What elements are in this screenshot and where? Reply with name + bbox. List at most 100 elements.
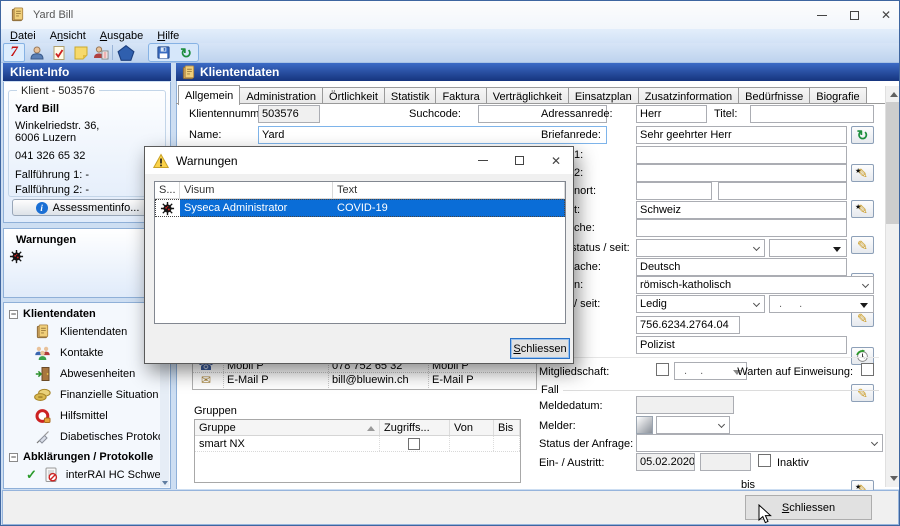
- tab-verträglichkeit[interactable]: Verträglichkeit: [486, 87, 569, 104]
- scroll-up-icon[interactable]: [890, 92, 898, 97]
- tree-item-interrai-hc-schweiz[interactable]: ✓interRAI HC Schweiz: [26, 464, 170, 485]
- ort-field[interactable]: [718, 182, 847, 200]
- mitgliedschaft-checkbox[interactable]: [656, 363, 669, 376]
- tab-bedürfnisse[interactable]: Bedürfnisse: [738, 87, 810, 104]
- virus-icon[interactable]: [9, 249, 24, 267]
- clipped-label-zivilstand: / seit:: [574, 298, 600, 310]
- tab-zusatzinformation[interactable]: Zusatzinformation: [638, 87, 739, 104]
- star-pencil-button-2[interactable]: ✎★: [851, 200, 874, 218]
- save-toolbar-button[interactable]: [152, 43, 174, 62]
- tab-biografie[interactable]: Biografie: [809, 87, 866, 104]
- briefanrede-field[interactable]: Sehr geehrter Herr: [636, 126, 847, 144]
- zusatz1-field[interactable]: [636, 146, 847, 164]
- dialog-maximize-button[interactable]: [501, 147, 537, 174]
- pentagon-toolbar-button[interactable]: [115, 43, 137, 62]
- tab-örtlichkeit[interactable]: Örtlichkeit: [322, 87, 385, 104]
- tree-item-diabetisches-protokoll[interactable]: Diabetisches Protokoll: [34, 426, 170, 447]
- refresh-toolbar-button[interactable]: ↻: [175, 43, 197, 62]
- inaktiv-checkbox[interactable]: [758, 454, 771, 467]
- dialog-schliessen-button[interactable]: Schliessen: [510, 338, 570, 359]
- scroll-down-icon[interactable]: [162, 481, 168, 485]
- zugriff-checkbox[interactable]: [408, 438, 420, 450]
- tree-group-header[interactable]: −Abklärungen / Protokolle: [9, 451, 170, 463]
- person-toolbar-button[interactable]: [26, 43, 48, 62]
- assessmentinfo-button[interactable]: i Assessmentinfo...: [12, 199, 163, 216]
- note-toolbar-button[interactable]: [70, 43, 92, 62]
- konfession-combo[interactable]: römisch-katholisch: [636, 276, 874, 294]
- zivilstand-seit-date-combo[interactable]: . .: [769, 295, 874, 313]
- dialog-close-button[interactable]: ✕: [537, 147, 575, 174]
- column-header-visum[interactable]: Visum: [180, 182, 333, 198]
- inaktiv-label: Inaktiv: [777, 457, 809, 469]
- column-header-bis[interactable]: Bis: [494, 420, 520, 435]
- ahv-number-field[interactable]: 756.6234.2764.04: [636, 316, 740, 334]
- titel-field[interactable]: [750, 105, 874, 123]
- dialog-minimize-button[interactable]: [465, 147, 501, 174]
- pencil-button-4[interactable]: ✎: [851, 384, 874, 402]
- refresh-briefanrede-button[interactable]: ↻: [851, 126, 874, 144]
- pencil-button-1[interactable]: ✎: [851, 236, 874, 254]
- minimize-button[interactable]: [807, 1, 837, 29]
- scroll-down-icon[interactable]: [890, 476, 898, 481]
- form-scrollbar[interactable]: [885, 86, 900, 487]
- mouse-cursor: [758, 504, 773, 526]
- tab-einsatzplan[interactable]: Einsatzplan: [568, 87, 639, 104]
- flag-7-toolbar-button[interactable]: 7: [3, 43, 25, 62]
- window-title: Yard Bill: [33, 9, 73, 21]
- tree-item-hilfsmittel[interactable]: Hilfsmittel: [34, 405, 170, 426]
- column-header-von[interactable]: Von: [450, 420, 494, 435]
- form-scrollbar-thumb[interactable]: [886, 102, 900, 224]
- adressanrede-field[interactable]: Herr: [636, 105, 707, 123]
- menu-item-datei[interactable]: Datei: [4, 29, 44, 43]
- maximize-button[interactable]: [839, 1, 869, 29]
- chevron-down-icon: [871, 439, 878, 446]
- tab-allgemein[interactable]: Allgemein: [178, 85, 240, 105]
- column-header-status[interactable]: S...: [155, 182, 180, 198]
- eintritt-date-field[interactable]: 05.02.2020: [636, 453, 695, 471]
- austritt-date-field[interactable]: [700, 453, 751, 471]
- status-seit-date-combo[interactable]: [769, 239, 847, 257]
- beruf-field[interactable]: Polizist: [636, 336, 847, 354]
- plz-field[interactable]: [636, 182, 712, 200]
- tree-item-label: Hilfsmittel: [60, 410, 108, 422]
- ein-austritt-label: Ein- / Austritt:: [539, 457, 604, 469]
- door-icon: [34, 366, 51, 382]
- collapse-icon[interactable]: −: [9, 310, 18, 319]
- clipped-label-status-seit: status / seit:: [571, 242, 630, 254]
- status-combo[interactable]: [636, 239, 765, 257]
- menu-item-ausgabe[interactable]: Ausgabe: [94, 29, 151, 43]
- warten-auf-einweisung-checkbox[interactable]: [861, 363, 874, 376]
- sprache-field[interactable]: [636, 219, 847, 237]
- tab-administration[interactable]: Administration: [239, 87, 323, 104]
- warning-row[interactable]: Syseca AdministratorCOVID-19: [155, 199, 565, 217]
- contact-row[interactable]: ✉E-Mail Pbill@bluewin.chE-Mail P: [193, 372, 536, 386]
- close-button[interactable]: ✕: [871, 1, 900, 29]
- land-field[interactable]: Schweiz: [636, 201, 847, 219]
- star-pencil-button-1[interactable]: ✎★: [851, 164, 874, 182]
- date-placeholder: . .: [678, 365, 708, 377]
- zusatz2-field[interactable]: [636, 164, 847, 182]
- meldedatum-field[interactable]: [636, 396, 734, 414]
- tree-item-abwesenheiten[interactable]: Abwesenheiten: [34, 363, 170, 384]
- klientennummer-field[interactable]: 503576: [258, 105, 320, 123]
- person-document-toolbar-button[interactable]: [90, 43, 112, 62]
- status-anfrage-combo[interactable]: [636, 434, 883, 452]
- document-check-toolbar-button[interactable]: [48, 43, 70, 62]
- melder-picker-button[interactable]: [636, 416, 653, 434]
- tree-item-finanzielle-situation[interactable]: Finanzielle Situation: [34, 384, 170, 405]
- mitgliedschaft-date-combo[interactable]: . .: [674, 362, 747, 380]
- warning-icon: [153, 153, 169, 169]
- menu-item-ansicht[interactable]: Ansicht: [44, 29, 94, 43]
- client-groupbox: Klient - 503576 Yard Bill Winkelriedstr.…: [8, 90, 166, 197]
- column-header-text[interactable]: Text: [333, 182, 565, 198]
- collapse-icon[interactable]: −: [9, 453, 18, 462]
- column-header-zugriffs[interactable]: Zugriffs...: [380, 420, 450, 435]
- column-header-gruppe[interactable]: Gruppe: [195, 420, 380, 435]
- group-row[interactable]: smart NX: [195, 436, 520, 452]
- menu-item-hilfe[interactable]: Hilfe: [151, 29, 187, 43]
- muttersprache-field[interactable]: Deutsch: [636, 258, 847, 276]
- melder-combo[interactable]: [656, 416, 730, 434]
- zivilstand-combo[interactable]: Ledig: [636, 295, 765, 313]
- tab-statistik[interactable]: Statistik: [384, 87, 437, 104]
- tab-faktura[interactable]: Faktura: [435, 87, 486, 104]
